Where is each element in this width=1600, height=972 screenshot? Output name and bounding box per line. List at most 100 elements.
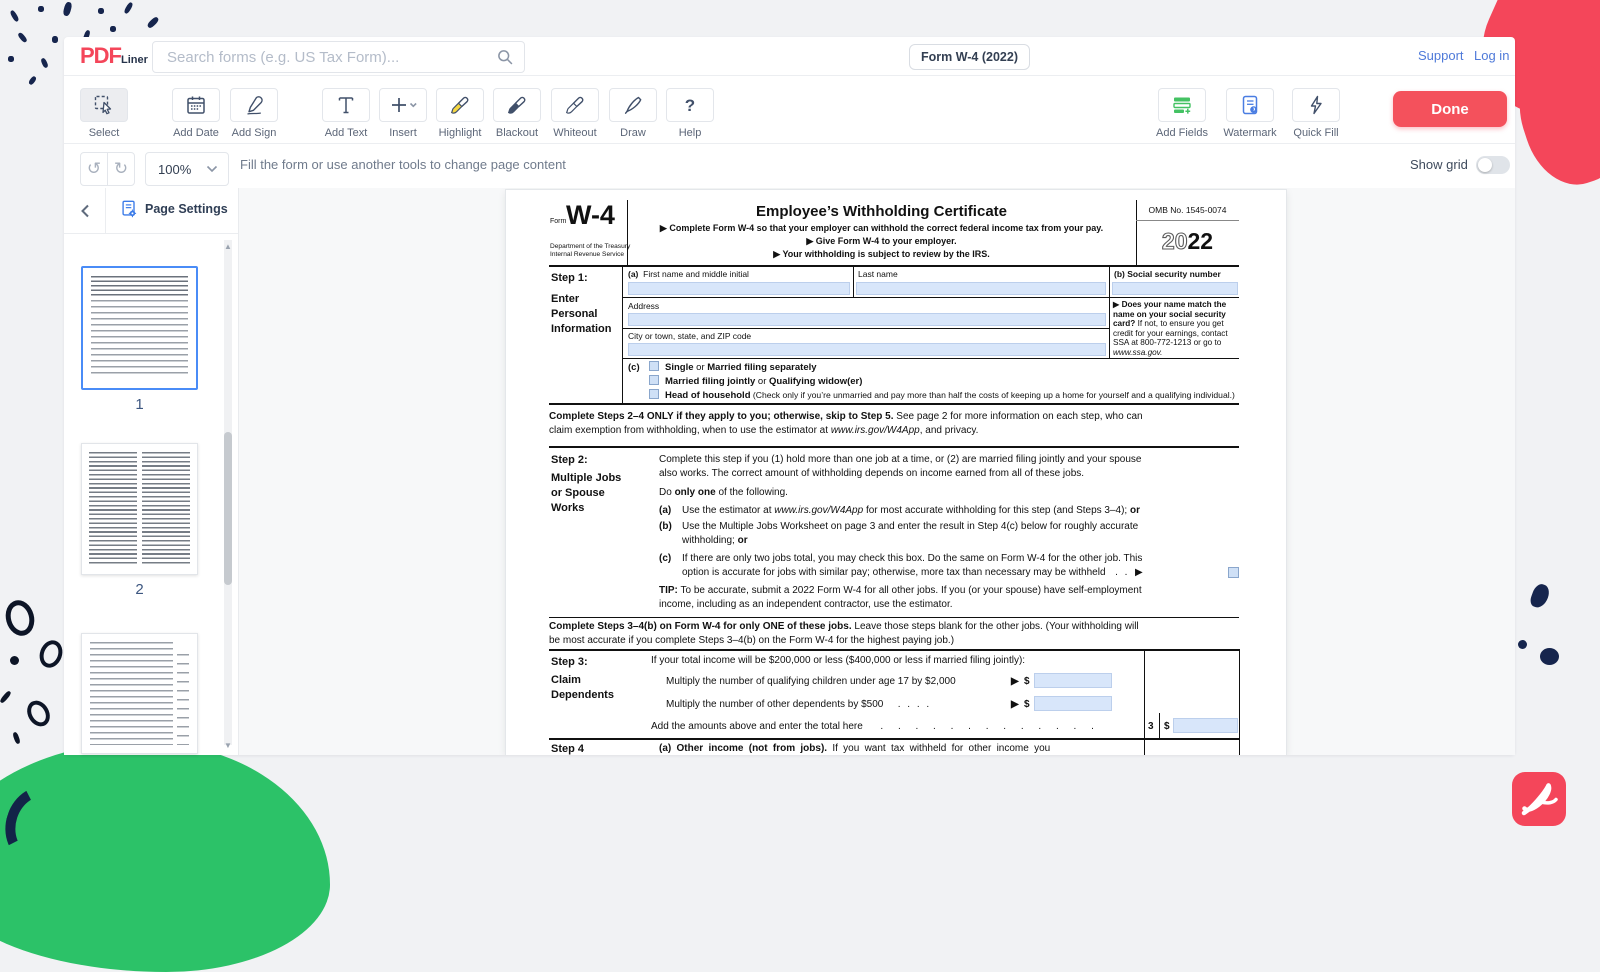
search-input[interactable]	[165, 42, 489, 72]
dept-line1: Department of the Treasury	[550, 243, 630, 250]
show-grid-toggle[interactable]	[1476, 156, 1510, 174]
calendar-icon	[185, 94, 207, 116]
w4-form-page: Form W-4 Department of the Treasury Inte…	[506, 190, 1286, 755]
search-bar	[152, 41, 525, 73]
document-title-chip: Form W-4 (2022)	[909, 44, 1030, 70]
main-toolbar: Select Add Date Add Sign	[64, 75, 1515, 144]
omb-number: OMB No. 1545-0074	[1136, 205, 1239, 215]
ssn-field[interactable]	[1112, 282, 1238, 295]
head-household-checkbox[interactable]	[649, 389, 659, 399]
address-field[interactable]	[628, 313, 1106, 326]
whiteout-brush-icon	[564, 94, 586, 116]
logo-pdf-text: PDF	[80, 43, 121, 68]
form-word: Form	[550, 218, 566, 225]
steps34-note-line2: be most accurate if you complete Steps 3…	[549, 635, 954, 646]
top-bar: PDFLiner Form W-4 (2022) Support Log in	[64, 37, 1515, 76]
steps24-note-line1: Complete Steps 2–4 ONLY if they apply to…	[549, 411, 1143, 422]
step1c-tag: (c)	[628, 362, 640, 373]
step2-tip-line2: income, including as an independent cont…	[659, 599, 953, 610]
step2-p1-line2: also works. The correct amount of withho…	[659, 468, 1084, 479]
form-number: W-4	[566, 200, 615, 231]
watermark-button[interactable]: Watermark	[1226, 88, 1274, 122]
chevron-left-icon	[80, 204, 90, 218]
page-settings-label: Page Settings	[145, 202, 228, 216]
page-thumbnail-1[interactable]	[81, 266, 198, 390]
single-checkbox[interactable]	[649, 361, 659, 371]
redo-icon: ↻	[114, 159, 128, 179]
married-jointly-checkbox[interactable]	[649, 375, 659, 385]
scroll-down-arrow[interactable]: ▼	[222, 741, 234, 750]
undo-button[interactable]: ↺	[80, 152, 108, 186]
scroll-up-arrow[interactable]: ▲	[222, 242, 234, 251]
draw-pen-icon	[622, 94, 644, 116]
select-tool-button[interactable]: Select	[80, 88, 128, 122]
login-link[interactable]: Log in	[1474, 48, 1509, 63]
add-sign-button[interactable]: Add Sign	[230, 88, 278, 122]
logo-liner-text: Liner	[121, 54, 148, 66]
city-field[interactable]	[628, 343, 1106, 356]
support-link[interactable]: Support	[1418, 48, 1464, 63]
page-number-2: 2	[81, 581, 198, 598]
steps24-note-line2: claim exemption from withholding, when t…	[549, 425, 978, 436]
add-fields-icon	[1171, 94, 1193, 116]
blackout-button[interactable]: Blackout	[493, 88, 541, 122]
step2-tip-line1: TIP: To be accurate, submit a 2022 Form …	[659, 585, 1142, 596]
step1-label: Step 1:	[551, 272, 588, 284]
redo-button[interactable]: ↻	[107, 152, 135, 186]
lightning-icon	[1305, 94, 1327, 116]
step3-total-field[interactable]	[1173, 718, 1238, 733]
desktop: { "colors": { "accent_red": "#f4515c", "…	[0, 0, 1600, 860]
form-year: 2022	[1136, 228, 1239, 255]
steps34-note-line1: Complete Steps 3–4(b) on Form W-4 for on…	[549, 621, 1139, 632]
pages-sidebar: Page Settings 1 2 ▲ ▼	[64, 188, 239, 755]
show-grid-label: Show grid	[1410, 157, 1468, 172]
add-fields-button[interactable]: Add Fields	[1158, 88, 1206, 122]
page-settings-icon	[119, 199, 139, 219]
sidebar-scrollbar-thumb[interactable]	[224, 432, 232, 585]
add-date-button[interactable]: Add Date	[172, 88, 220, 122]
form-subtitle1: ▶ Complete Form W-4 so that your employe…	[627, 223, 1136, 234]
page-settings-button[interactable]: Page Settings	[119, 199, 228, 219]
qualifying-children-amount-field[interactable]	[1034, 673, 1112, 688]
add-text-button[interactable]: Add Text	[322, 88, 370, 122]
step2-c-line1: If there are only two jobs total, you ma…	[682, 553, 1142, 564]
page-thumbnail-3[interactable]	[81, 633, 198, 754]
first-name-field[interactable]	[628, 282, 850, 295]
question-icon: ?	[685, 97, 695, 114]
other-dependents-amount-field[interactable]	[1034, 696, 1112, 711]
ssa-link: www.ssa.gov.	[1113, 348, 1162, 357]
blackout-brush-icon	[506, 94, 528, 116]
done-button[interactable]: Done	[1393, 91, 1507, 127]
quick-fill-button[interactable]: Quick Fill	[1292, 88, 1340, 122]
step2c-checkbox[interactable]	[1228, 567, 1239, 578]
text-icon	[335, 94, 357, 116]
watermark-icon	[1239, 94, 1261, 116]
step2-p1-line1: Complete this step if you (1) hold more …	[659, 454, 1141, 465]
document-canvas: Form W-4 Department of the Treasury Inte…	[239, 188, 1515, 755]
dept-line2: Internal Revenue Service	[550, 251, 624, 258]
last-name-field[interactable]	[856, 282, 1106, 295]
secondary-toolbar: ↺ ↻ 100% Fill the form or use another to…	[64, 143, 1515, 189]
pdfliner-logo[interactable]: PDFLiner	[80, 43, 148, 69]
insert-button[interactable]: Insert	[379, 88, 427, 122]
highlight-button[interactable]: Highlight	[436, 88, 484, 122]
step3-line3: Add the amounts above and enter the tota…	[651, 721, 1100, 732]
collapse-sidebar-button[interactable]	[64, 188, 106, 233]
step4-a: (a) Other income (not from jobs). If you…	[659, 743, 1050, 754]
city-label: City or town, state, and ZIP code	[628, 331, 751, 341]
help-button[interactable]: ? Help	[666, 88, 714, 122]
step2-b-line1: Use the Multiple Jobs Worksheet on page …	[682, 521, 1138, 532]
form-title: Employee’s Withholding Certificate	[627, 203, 1136, 220]
page-thumbnail-2[interactable]	[81, 443, 198, 575]
first-name-label: (a) First name and middle initial	[628, 269, 749, 279]
whiteout-button[interactable]: Whiteout	[551, 88, 599, 122]
step2-b-line2: withholding; or	[682, 535, 748, 546]
zoom-value: 100%	[158, 162, 191, 177]
filing-status-hoh: Head of household (Check only if you’re …	[665, 390, 1235, 401]
step3-row-number: 3	[1148, 721, 1154, 732]
draw-button[interactable]: Draw	[609, 88, 657, 122]
zoom-select[interactable]: 100%	[145, 152, 229, 186]
editor-hint-text: Fill the form or use another tools to ch…	[240, 157, 566, 172]
pdfliner-app-window: PDFLiner Form W-4 (2022) Support Log in …	[64, 37, 1515, 755]
search-icon[interactable]	[496, 48, 514, 66]
